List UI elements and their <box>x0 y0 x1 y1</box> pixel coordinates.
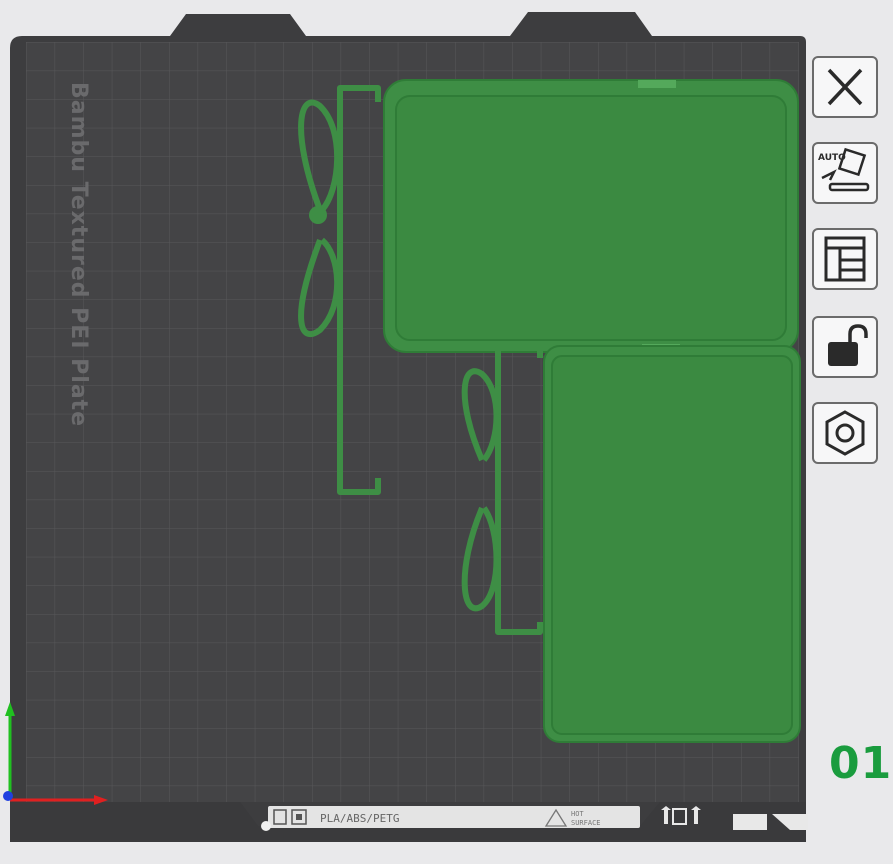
lock-button[interactable] <box>812 316 878 378</box>
lock-icon <box>828 324 868 366</box>
plate-number[interactable]: 01 <box>829 738 891 789</box>
hexagon-nut-icon <box>825 410 865 456</box>
plate-name-label: Bambu Textured PEI Plate <box>66 82 91 427</box>
build-plate-viewport[interactable]: Bambu Textured PEI Plate PLA/ABS/PETG HO… <box>0 0 893 860</box>
arrange-button[interactable] <box>812 228 878 290</box>
arrange-icon <box>824 236 866 282</box>
hot-surface-label-1: HOT <box>571 810 584 818</box>
close-icon <box>827 68 863 106</box>
hot-surface-label-2: SURFACE <box>571 819 601 827</box>
filament-type-label: PLA/ABS/PETG <box>320 812 399 825</box>
plate-settings-button[interactable] <box>812 402 878 464</box>
close-button[interactable] <box>812 56 878 118</box>
model-large-tray[interactable] <box>383 79 799 353</box>
auto-orient-button[interactable]: AUTO <box>812 142 878 204</box>
auto-orient-icon: AUTO <box>818 147 870 192</box>
model-small-tray[interactable] <box>543 345 801 743</box>
